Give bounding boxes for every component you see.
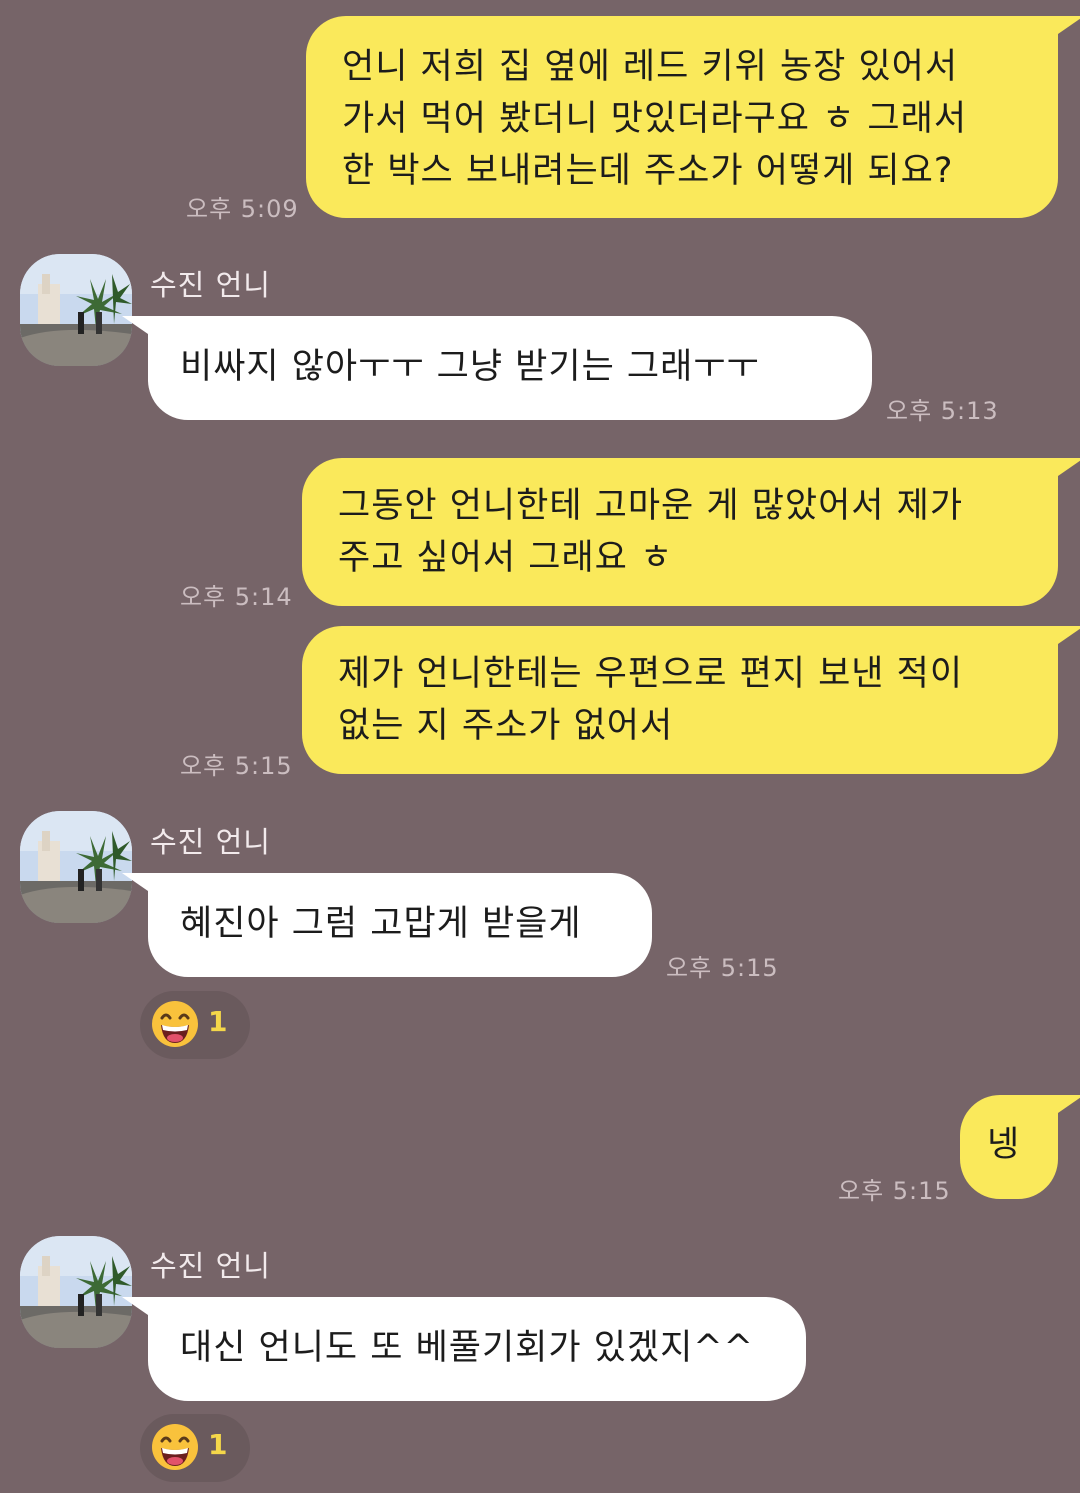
- message-line: 비싸지 않아ㅜㅜ 그냥 받기는 그래ㅜㅜ: [180, 347, 760, 387]
- bubble-tail: [122, 873, 148, 891]
- their-message-bubble[interactable]: 대신 언니도 또 베풀기회가 있겠지^^: [148, 1297, 806, 1401]
- sender-name: 수진 언니: [150, 1249, 271, 1283]
- avatar[interactable]: [20, 811, 132, 923]
- bubble-tail: [122, 1297, 148, 1315]
- message-timestamp: 오후 5:14: [180, 583, 293, 611]
- my-message-bubble[interactable]: 제가 언니한테는 우편으로 편지 보낸 적이 없는 지 주소가 없어서: [302, 626, 1058, 774]
- reaction-badge[interactable]: 1: [140, 1414, 250, 1482]
- avatar[interactable]: [20, 254, 132, 366]
- reaction-count: 1: [208, 1005, 228, 1038]
- message-line: 넹: [987, 1125, 1021, 1165]
- message-line: 그동안 언니한테 고마운 게 많았어서 제가: [338, 486, 964, 526]
- my-message-bubble[interactable]: 언니 저희 집 옆에 레드 키위 농장 있어서 가서 먹어 봤더니 맛있더라구요…: [306, 16, 1058, 218]
- avatar-photo: [20, 1236, 132, 1348]
- my-message-bubble[interactable]: 넹: [960, 1095, 1058, 1199]
- message-line: 언니 저희 집 옆에 레드 키위 농장 있어서: [342, 47, 959, 87]
- message-timestamp: 오후 5:15: [180, 752, 293, 780]
- message-timestamp: 오후 5:13: [886, 397, 999, 425]
- message-line: 가서 먹어 봤더니 맛있더라구요 ㅎ 그래서: [342, 99, 968, 139]
- my-message-bubble[interactable]: 그동안 언니한테 고마운 게 많았어서 제가 주고 싶어서 그래요 ㅎ: [302, 458, 1058, 606]
- bubble-tail: [1058, 1095, 1080, 1113]
- message-line: 혜진아 그럼 고맙게 받을게: [180, 904, 582, 944]
- bubble-tail: [1058, 626, 1080, 644]
- reaction-count: 1: [208, 1428, 228, 1461]
- grinning-face-emoji-icon: [152, 1001, 198, 1047]
- their-message-bubble[interactable]: 비싸지 않아ㅜㅜ 그냥 받기는 그래ㅜㅜ: [148, 316, 872, 420]
- message-line: 주고 싶어서 그래요 ㅎ: [338, 538, 674, 578]
- their-message-bubble[interactable]: 혜진아 그럼 고맙게 받을게: [148, 873, 652, 977]
- avatar-photo: [20, 811, 132, 923]
- reaction-badge[interactable]: 1: [140, 991, 250, 1059]
- avatar[interactable]: [20, 1236, 132, 1348]
- bubble-tail: [122, 316, 148, 334]
- message-line: 없는 지 주소가 없어서: [338, 706, 674, 746]
- message-timestamp: 오후 5:15: [666, 954, 779, 982]
- bubble-tail: [1058, 458, 1080, 476]
- message-timestamp: 오후 5:09: [186, 195, 299, 223]
- avatar-photo: [20, 254, 132, 366]
- message-timestamp: 오후 5:15: [838, 1177, 951, 1205]
- message-line: 대신 언니도 또 베풀기회가 있겠지^^: [180, 1328, 754, 1368]
- sender-name: 수진 언니: [150, 268, 271, 302]
- message-line: 제가 언니한테는 우편으로 편지 보낸 적이: [338, 654, 964, 694]
- message-line: 한 박스 보내려는데 주소가 어떻게 되요?: [342, 151, 954, 191]
- grinning-face-emoji-icon: [152, 1424, 198, 1470]
- sender-name: 수진 언니: [150, 825, 271, 859]
- bubble-tail: [1058, 16, 1080, 34]
